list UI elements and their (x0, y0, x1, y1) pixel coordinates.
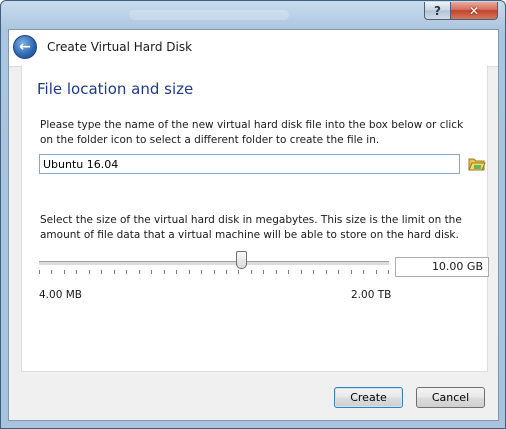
close-button[interactable]: ✕ (450, 2, 498, 20)
slider-min-label: 4.00 MB (39, 289, 82, 301)
slider-tick (351, 270, 352, 274)
slider-tick (388, 270, 389, 274)
dialog-client-area: ← Create Virtual Hard Disk File location… (8, 29, 499, 421)
slider-max-label: 2.00 TB (351, 289, 392, 301)
slider-tick (189, 270, 190, 274)
folder-icon[interactable] (467, 154, 487, 174)
slider-tick (338, 270, 339, 274)
back-arrow-icon[interactable]: ← (13, 35, 37, 59)
slider-tick (226, 270, 227, 274)
file-location-input[interactable] (39, 154, 460, 174)
slider-tick (376, 270, 377, 274)
wizard-header: ← Create Virtual Hard Disk (9, 30, 498, 67)
page-title: File location and size (37, 80, 194, 98)
slider-tick (89, 270, 90, 274)
slider-tick (64, 270, 65, 274)
slider-tick (51, 270, 52, 274)
slider-tick (301, 270, 302, 274)
slider-tick (176, 270, 177, 274)
cancel-button[interactable]: Cancel (416, 387, 485, 408)
slider-tick (164, 270, 165, 274)
slider-track[interactable] (39, 261, 389, 266)
slider-tick (363, 270, 364, 274)
dialog-window: ? ✕ ← Create Virtual Hard Disk File loca… (0, 0, 506, 429)
size-slider[interactable] (39, 251, 389, 279)
slider-tick (126, 270, 127, 274)
slider-tick (151, 270, 152, 274)
slider-tick (251, 270, 252, 274)
slider-tick (326, 270, 327, 274)
slider-tick (238, 270, 239, 274)
title-bar-blurred-text (129, 10, 289, 20)
size-input[interactable]: 10.00 GB (395, 257, 489, 277)
slider-tick (276, 270, 277, 274)
slider-tick (114, 270, 115, 274)
slider-tick (76, 270, 77, 274)
create-button[interactable]: Create (334, 387, 403, 408)
slider-tick (214, 270, 215, 274)
wizard-page: File location and size Please type the n… (21, 65, 489, 372)
slider-tick (201, 270, 202, 274)
slider-tick (263, 270, 264, 274)
title-bar[interactable]: ? ✕ (1, 1, 505, 29)
slider-tick (139, 270, 140, 274)
location-description: Please type the name of the new virtual … (40, 119, 464, 146)
slider-tick (101, 270, 102, 274)
wizard-title: Create Virtual Hard Disk (47, 40, 193, 54)
slider-tick (313, 270, 314, 274)
slider-thumb[interactable] (236, 251, 247, 269)
slider-tick (288, 270, 289, 274)
slider-tick (39, 270, 40, 274)
help-button[interactable]: ? (424, 2, 451, 20)
size-description: Select the size of the virtual hard disk… (40, 214, 462, 241)
